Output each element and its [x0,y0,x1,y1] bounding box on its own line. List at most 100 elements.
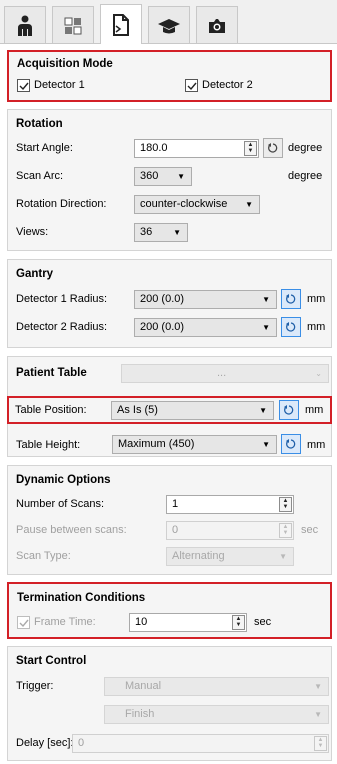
detector1-radius-label: Detector 1 Radius: [16,293,108,305]
dropdown-arrow-icon: ▼ [173,228,181,237]
trigger-label: Trigger: [16,680,54,692]
scan-arc-unit: degree [288,170,323,182]
detector1-radius-select[interactable]: 200 (0.0) ▼ [134,290,277,309]
patient-table-title: Patient Table [16,367,87,379]
rotation-direction-select[interactable]: counter-clockwise ▼ [134,195,260,214]
frame-time-unit: sec [254,616,272,628]
trigger-select[interactable]: Manual ▼ [104,677,329,696]
start-angle-value: 180.0 [140,142,168,154]
acquisition-mode-title: Acquisition Mode [17,58,113,70]
scan-type-select[interactable]: Alternating ▼ [166,547,294,566]
views-select[interactable]: 36 ▼ [134,223,188,242]
scan-arc-select[interactable]: 360 ▼ [134,167,192,186]
tab-patient[interactable] [4,6,46,44]
dropdown-arrow-icon: ⌄ [315,369,322,378]
grid-icon [64,17,82,34]
pause-spinner[interactable]: ▲ ▼ [279,523,292,538]
dropdown-arrow-icon: ▼ [314,682,322,691]
gantry-title: Gantry [16,268,54,280]
rotation-direction-label: Rotation Direction: [16,198,107,210]
trigger-value: Manual [125,680,162,692]
detector2-radius-label: Detector 2 Radius: [16,321,108,333]
number-of-scans-value: 1 [172,498,179,510]
start-angle-spinner[interactable]: ▲ ▼ [244,141,257,156]
delay-spinner[interactable]: ▲ ▼ [314,736,327,751]
finish-value: Finish [125,708,155,720]
detector2-radius-reset-button[interactable] [281,317,301,337]
detector1-label: Detector 1 [34,79,85,91]
reset-icon [268,143,278,153]
tab-education[interactable] [148,6,190,44]
checkmark-icon [187,82,197,90]
tab-grid[interactable] [52,6,94,44]
frame-time-value: 10 [135,616,148,628]
dynamic-options-group: Dynamic Options Number of Scans: 1 ▲ ▼ Pa… [7,465,332,575]
frame-time-input[interactable]: 10 ▲ ▼ [129,613,247,632]
number-of-scans-input[interactable]: 1 ▲ ▼ [166,495,294,514]
dropdown-arrow-icon: ▼ [259,406,267,415]
pause-between-scans-input[interactable]: 0 ▲ ▼ [166,521,294,540]
patient-table-select[interactable]: ... ⌄ [121,364,329,383]
dropdown-arrow-icon: ▼ [245,200,253,209]
start-angle-unit: degree [288,142,323,154]
rotation-direction-value: counter-clockwise [140,198,228,210]
reset-icon [286,322,296,332]
delay-label: Delay [sec]: [16,737,74,749]
scan-arc-value: 360 [140,170,159,182]
tab-camera[interactable] [196,6,238,44]
rotation-title: Rotation [16,118,63,130]
table-height-reset-button[interactable] [281,434,301,454]
detector2-radius-select[interactable]: 200 (0.0) ▼ [134,318,277,337]
table-height-unit: mm [307,439,326,451]
pause-between-scans-label: Pause between scans: [16,524,127,536]
finish-select[interactable]: Finish ▼ [104,705,329,724]
frame-time-spinner[interactable]: ▲ ▼ [232,615,245,630]
tab-acquisition[interactable] [100,4,142,44]
table-position-reset-button[interactable] [279,400,299,420]
views-value: 36 [140,226,153,238]
views-label: Views: [16,226,49,238]
patient-table-value: ... [217,367,227,379]
table-position-select[interactable]: As Is (5) ▼ [111,401,274,420]
table-height-select[interactable]: Maximum (450) ▼ [112,435,277,454]
delay-input[interactable]: 0 ▲ ▼ [72,734,329,753]
camera-icon [209,18,225,33]
termination-conditions-title: Termination Conditions [17,592,146,604]
reset-icon [286,294,296,304]
dropdown-arrow-icon: ▼ [262,295,270,304]
dropdown-arrow-icon: ▼ [279,552,287,561]
frame-time-label: Frame Time: [34,616,96,628]
detector2-radius-unit: mm [307,321,326,333]
checkmark-icon [19,619,29,627]
detector2-label: Detector 2 [202,79,253,91]
detector2-checkbox[interactable] [185,79,198,92]
table-position-value: As Is (5) [117,404,158,416]
delay-value: 0 [78,737,85,749]
dropdown-arrow-icon: ▼ [262,440,270,449]
scan-type-label: Scan Type: [16,550,71,562]
table-height-value: Maximum (450) [118,438,195,450]
dropdown-arrow-icon: ▼ [177,172,185,181]
pause-between-scans-value: 0 [172,524,179,536]
detector1-radius-value: 200 (0.0) [140,293,185,305]
dynamic-options-title: Dynamic Options [16,474,111,486]
table-position-label: Table Position: [15,404,87,416]
rotation-group: Rotation Start Angle: 180.0 ▲ ▼ degree Sc… [7,109,332,251]
number-of-scans-spinner[interactable]: ▲ ▼ [279,497,292,512]
start-angle-input[interactable]: 180.0 ▲ ▼ [134,139,259,158]
scan-type-value: Alternating [172,550,225,562]
table-position-unit: mm [305,404,324,416]
start-angle-label: Start Angle: [16,142,73,154]
start-angle-reset-button[interactable] [263,138,283,158]
dropdown-arrow-icon: ▼ [262,323,270,332]
document-icon [113,13,129,36]
reset-icon [286,439,296,449]
table-position-row: Table Position: As Is (5) ▼ mm [7,396,332,424]
person-icon [18,15,32,36]
table-height-label: Table Height: [16,439,81,451]
acquisition-panel: Acquisition Mode Detector 1 Detector 2 R… [0,44,337,764]
detector1-checkbox[interactable] [17,79,30,92]
start-control-group: Start Control Trigger: Manual ▼ Finish ▼… [7,646,332,761]
detector1-radius-reset-button[interactable] [281,289,301,309]
frame-time-checkbox[interactable] [17,616,30,629]
